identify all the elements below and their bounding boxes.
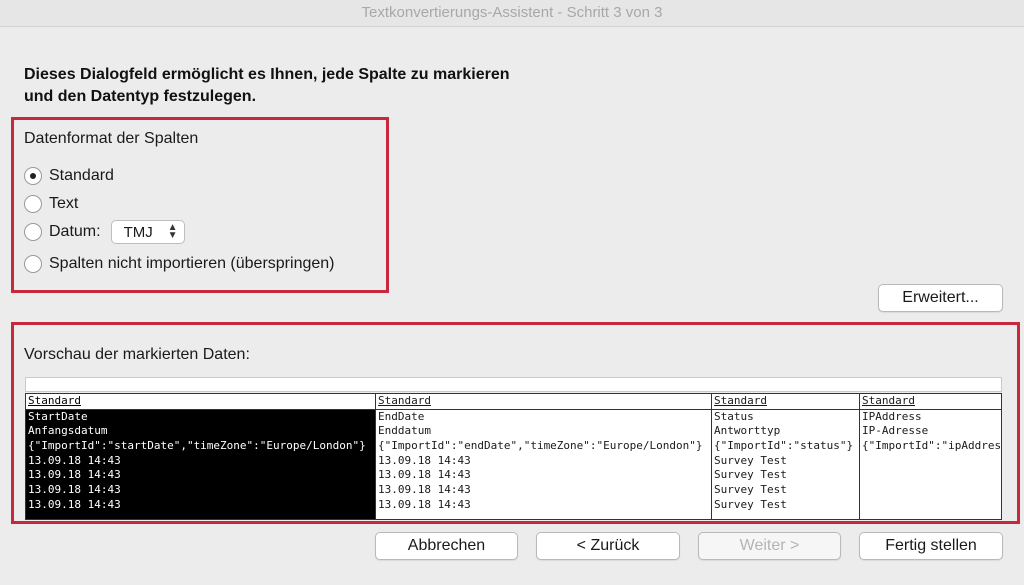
table-cell: Survey Test — [714, 483, 787, 497]
column-format-title: Datenformat der Spalten — [24, 130, 199, 147]
table-cell: 13.09.18 14:43 — [28, 468, 121, 482]
preview-table[interactable]: Standard StartDate Anfangsdatum {"Import… — [25, 393, 1002, 520]
cancel-button[interactable]: Abbrechen — [375, 532, 518, 560]
preview-title: Vorschau der markierten Daten: — [24, 346, 250, 363]
table-cell: Survey Test — [714, 497, 787, 511]
instructions-text: Dieses Dialogfeld ermöglicht es Ihnen, j… — [24, 64, 644, 108]
table-cell: {"ImportId":"status"} — [714, 439, 854, 453]
instructions-line-1: Dieses Dialogfeld ermöglicht es Ihnen, j… — [24, 66, 510, 83]
chevron-up-down-icon: ▲ ▼ — [167, 222, 178, 241]
back-button[interactable]: < Zurück — [536, 532, 680, 560]
radio-date[interactable]: Datum: TMJ ▲ ▼ — [24, 220, 185, 244]
table-cell: 13.09.18 14:43 — [28, 497, 121, 511]
table-cell: IP-Adresse — [862, 424, 929, 438]
table-cell: 13.09.18 14:43 — [378, 453, 471, 467]
window-title: Textkonvertierungs-Assistent - Schritt 3… — [0, 0, 1024, 27]
radio-standard-label: Standard — [49, 167, 114, 184]
column-header[interactable]: Standard — [712, 394, 859, 410]
column-header[interactable]: Standard — [860, 394, 1001, 410]
table-cell: 13.09.18 14:43 — [378, 497, 471, 511]
advanced-button[interactable]: Erweitert... — [878, 284, 1003, 312]
preview-column-3[interactable]: Standard Status Antworttyp {"ImportId":"… — [712, 394, 860, 519]
table-cell: EndDate — [378, 409, 425, 423]
finish-button[interactable]: Fertig stellen — [859, 532, 1003, 560]
preview-column-1[interactable]: Standard StartDate Anfangsdatum {"Import… — [26, 394, 376, 519]
preview-column-2[interactable]: Standard EndDate Enddatum {"ImportId":"e… — [376, 394, 712, 519]
table-cell: Antworttyp — [714, 424, 781, 438]
table-cell: Anfangsdatum — [28, 424, 108, 438]
radio-date-indicator[interactable] — [24, 223, 42, 241]
date-format-select[interactable]: TMJ ▲ ▼ — [110, 220, 185, 244]
table-cell: 13.09.18 14:43 — [28, 483, 121, 497]
next-button: Weiter > — [698, 532, 841, 560]
table-cell: {"ImportId":"ipAddress"} — [862, 439, 1001, 453]
column-header[interactable]: Standard — [26, 394, 375, 410]
table-cell: Enddatum — [378, 424, 431, 438]
preview-column-4[interactable]: Standard IPAddress IP-Adresse {"ImportId… — [860, 394, 1001, 519]
preview-scroll-area[interactable] — [25, 377, 1002, 392]
table-cell: 13.09.18 14:43 — [378, 483, 471, 497]
radio-skip-column[interactable]: Spalten nicht importieren (überspringen) — [24, 252, 334, 276]
radio-date-label: Datum: — [49, 223, 101, 240]
column-header[interactable]: Standard — [376, 394, 711, 410]
table-cell: IPAddress — [862, 409, 922, 423]
instructions-line-2: und den Datentyp festzulegen. — [24, 88, 257, 105]
radio-text[interactable]: Text — [24, 192, 78, 216]
table-cell: 13.09.18 14:43 — [378, 468, 471, 482]
radio-text-label: Text — [49, 195, 79, 212]
table-cell: Survey Test — [714, 453, 787, 467]
radio-text-indicator[interactable] — [24, 195, 42, 213]
table-cell: 13.09.18 14:43 — [28, 453, 121, 467]
radio-standard[interactable]: Standard — [24, 164, 114, 188]
table-cell: Survey Test — [714, 468, 787, 482]
radio-skip-column-indicator[interactable] — [24, 255, 42, 273]
table-cell: Status — [714, 409, 754, 423]
table-cell: {"ImportId":"startDate","timeZone":"Euro… — [28, 439, 366, 453]
radio-skip-column-label: Spalten nicht importieren (überspringen) — [49, 255, 335, 272]
table-cell: {"ImportId":"endDate","timeZone":"Europe… — [378, 439, 703, 453]
table-cell: StartDate — [28, 409, 88, 423]
radio-standard-indicator[interactable] — [24, 167, 42, 185]
date-format-value: TMJ — [123, 223, 153, 241]
